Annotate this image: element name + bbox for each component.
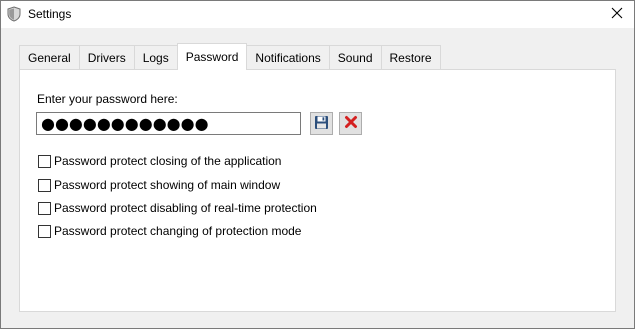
option-protect-disabling-protection[interactable]: Password protect disabling of real-time …	[38, 200, 317, 216]
tab-general[interactable]: General	[19, 45, 80, 69]
window-title: Settings	[28, 7, 72, 21]
option-label: Password protect disabling of real-time …	[54, 200, 317, 215]
tab-restore[interactable]: Restore	[380, 45, 441, 69]
clear-icon	[344, 115, 358, 132]
close-icon	[611, 7, 623, 22]
option-protect-changing-mode[interactable]: Password protect changing of protection …	[38, 223, 301, 239]
checkbox[interactable]	[38, 224, 51, 238]
password-tab-panel: Enter your password here: Password	[19, 69, 616, 312]
tab-sound[interactable]: Sound	[328, 45, 382, 69]
checkbox[interactable]	[38, 154, 51, 168]
tab-strip: General Drivers Logs Password Notificati…	[19, 43, 441, 70]
option-label: Password protect closing of the applicat…	[54, 153, 282, 168]
tab-password[interactable]: Password	[176, 43, 248, 70]
option-protect-showing-main-window[interactable]: Password protect showing of main window	[38, 177, 280, 193]
save-password-button[interactable]	[310, 112, 333, 135]
option-label: Password protect showing of main window	[54, 177, 281, 192]
close-button[interactable]	[600, 1, 634, 28]
shield-icon	[6, 6, 22, 22]
save-icon	[314, 115, 329, 133]
checkbox[interactable]	[38, 201, 51, 215]
option-protect-closing[interactable]: Password protect closing of the applicat…	[38, 153, 281, 169]
password-field[interactable]	[36, 112, 301, 135]
checkbox[interactable]	[38, 178, 51, 192]
password-label: Enter your password here:	[37, 92, 178, 106]
clear-password-button[interactable]	[339, 112, 362, 135]
settings-window: Settings General Drivers Logs Password N…	[0, 0, 635, 329]
title-bar: Settings	[1, 1, 634, 28]
tab-logs[interactable]: Logs	[133, 45, 178, 69]
tab-drivers[interactable]: Drivers	[78, 45, 135, 69]
tab-notifications[interactable]: Notifications	[246, 45, 330, 69]
option-label: Password protect changing of protection …	[54, 223, 302, 238]
